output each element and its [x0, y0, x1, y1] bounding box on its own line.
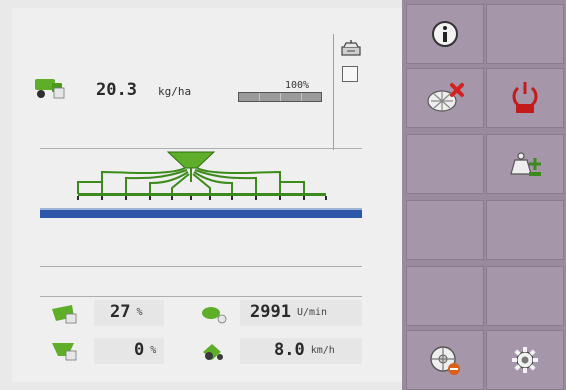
left-bot-reading: 0 %	[134, 340, 156, 360]
application-rate-value: 20.3	[96, 80, 137, 100]
right-top-unit: U/min	[296, 306, 328, 318]
info-key[interactable]	[406, 4, 484, 64]
spreader-off-key[interactable]	[406, 68, 484, 128]
left-bot-value: 0	[134, 340, 145, 360]
terminal-screen: 20.3 kg/ha 100% 27 % 0 % 2991 U/min 8.0 …	[0, 0, 566, 390]
blank-key-2[interactable]	[406, 134, 484, 194]
spreader-off-icon	[427, 83, 464, 112]
weigh-add-icon	[510, 152, 541, 176]
settings-key[interactable]	[486, 330, 564, 390]
right-bot-reading: 8.0 km/h	[274, 340, 335, 360]
spreader-boom-diagram	[40, 151, 362, 218]
blank-key-5[interactable]	[406, 266, 484, 326]
right-top-value: 2991	[250, 302, 291, 322]
upper-separator	[40, 148, 362, 149]
left-top-reading: 27 %	[110, 302, 143, 322]
application-rate-unit: kg/ha	[158, 85, 192, 98]
ground-speed-icon	[203, 344, 223, 360]
section-divider	[333, 34, 334, 150]
rate-percent-bar	[238, 92, 322, 102]
power-icon	[512, 82, 538, 113]
rate-percent-fill	[239, 93, 321, 101]
spreader-rate-icon	[35, 79, 65, 99]
lower-separator	[40, 296, 362, 297]
hopper-empty-icon	[52, 343, 77, 361]
blank-key-1[interactable]	[486, 4, 564, 64]
rate-percent-label: 100%	[285, 80, 310, 91]
weigh-cell-icon	[341, 40, 361, 56]
blank-key-6[interactable]	[486, 266, 564, 326]
disc-icon	[430, 346, 460, 375]
blank-key-4[interactable]	[486, 200, 564, 260]
section-checkbox[interactable]	[342, 66, 358, 82]
right-top-reading: 2991 U/min	[250, 302, 327, 322]
left-bot-unit: %	[150, 344, 157, 356]
disc-key[interactable]	[406, 330, 484, 390]
right-bot-value: 8.0	[274, 340, 305, 360]
hopper-level-icon	[52, 305, 77, 324]
left-top-unit: %	[136, 306, 143, 318]
right-bot-unit: km/h	[310, 344, 335, 356]
weigh-add-key[interactable]	[486, 134, 564, 194]
left-top-value: 27	[110, 302, 131, 322]
blank-key-3[interactable]	[406, 200, 484, 260]
gear-icon	[512, 347, 538, 373]
middle-separator	[40, 266, 362, 267]
info-icon	[432, 21, 458, 47]
power-key[interactable]	[486, 68, 564, 128]
disc-speed-icon	[202, 307, 227, 324]
softkey-panel	[402, 0, 566, 390]
